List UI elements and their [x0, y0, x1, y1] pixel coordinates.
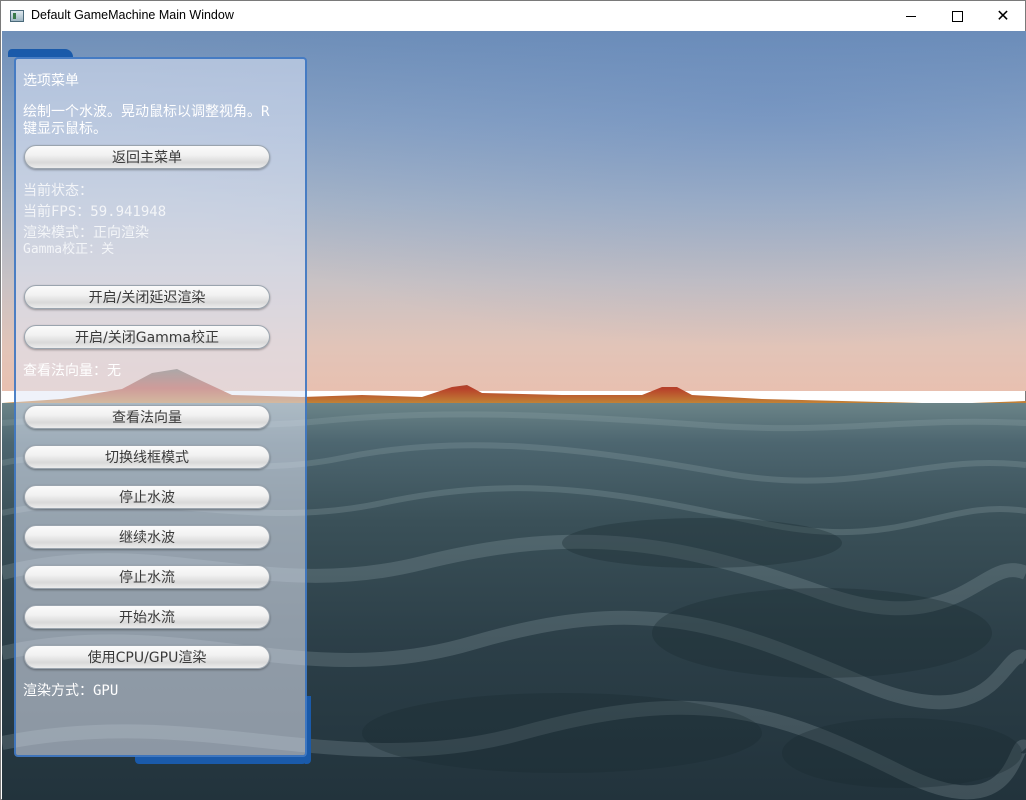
toggle-wireframe-button[interactable]: 切换线框模式 [24, 445, 270, 469]
normals-status: 查看法向量：无 [23, 363, 121, 379]
minimize-icon [906, 15, 916, 17]
window-title: Default GameMachine Main Window [31, 8, 234, 22]
close-button[interactable]: ✕ [980, 1, 1026, 31]
title-bar[interactable]: Default GameMachine Main Window ✕ [1, 1, 1025, 31]
app-icon [10, 10, 24, 22]
render-viewport[interactable]: 选项菜单 绘制一个水波。晃动鼠标以调整视角。R键显示鼠标。 返回主菜单 当前状态… [2, 31, 1026, 800]
main-window: Default GameMachine Main Window ✕ 选项菜单 绘… [0, 0, 1026, 800]
view-normals-button[interactable]: 查看法向量 [24, 405, 270, 429]
toggle-gamma-button[interactable]: 开启/关闭Gamma校正 [24, 325, 270, 349]
back-to-main-menu-button[interactable]: 返回主菜单 [24, 145, 270, 169]
panel-decoration [135, 756, 310, 764]
render-method-readout: 渲染方式：GPU [23, 683, 119, 699]
render-mode-readout: 渲染模式：正向渲染 [23, 225, 149, 241]
panel-description: 绘制一个水波。晃动鼠标以调整视角。R键显示鼠标。 [23, 104, 270, 137]
stop-waves-button[interactable]: 停止水波 [24, 485, 270, 509]
maximize-icon [951, 10, 963, 22]
panel-decoration [8, 49, 73, 57]
stop-flow-button[interactable]: 停止水流 [24, 565, 270, 589]
toggle-cpu-gpu-button[interactable]: 使用CPU/GPU渲染 [24, 645, 270, 669]
minimize-button[interactable] [888, 1, 934, 31]
maximize-button[interactable] [934, 1, 980, 31]
resume-waves-button[interactable]: 继续水波 [24, 525, 270, 549]
toggle-deferred-rendering-button[interactable]: 开启/关闭延迟渲染 [24, 285, 270, 309]
status-heading: 当前状态： [23, 183, 93, 199]
panel-heading: 选项菜单 [23, 73, 79, 89]
fps-readout: 当前FPS：59.941948 [23, 204, 167, 220]
gamma-readout: Gamma校正：关 [23, 242, 115, 257]
start-flow-button[interactable]: 开始水流 [24, 605, 270, 629]
close-icon: ✕ [996, 6, 1010, 25]
